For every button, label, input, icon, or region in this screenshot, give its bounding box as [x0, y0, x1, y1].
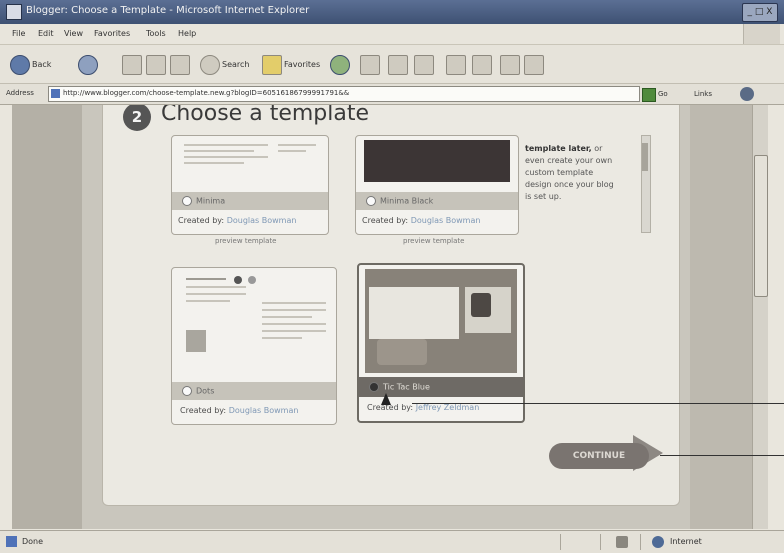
callout-line-template — [412, 403, 784, 404]
template-radio[interactable]: Minima Black — [366, 196, 433, 206]
preview-template-link[interactable]: preview template — [403, 237, 464, 245]
template-card-minima-black[interactable]: Minima Black Created by: Douglas Bowman — [355, 135, 519, 235]
dark-template-thumbnail — [364, 140, 510, 182]
callout-line-continue — [660, 455, 784, 456]
template-credit: Created by: Douglas Bowman — [180, 406, 298, 415]
menu-help[interactable]: Help — [178, 29, 196, 38]
forward-arrow-icon[interactable] — [78, 55, 98, 75]
template-radio-selected[interactable]: Tic Tac Blue — [369, 382, 430, 392]
status-text: Done — [22, 537, 44, 546]
page-status-icon — [6, 536, 17, 547]
address-input[interactable]: http://www.blogger.com/choose-template.n… — [48, 86, 640, 102]
refresh-icon[interactable] — [146, 55, 166, 75]
thumbnail-body-lines — [262, 302, 326, 344]
browser-content: 2 Choose a template Minima Created by: D… — [12, 105, 768, 529]
status-separator — [600, 534, 601, 550]
page-title: Choose a template — [161, 105, 370, 126]
address-bar: Address http://www.blogger.com/choose-te… — [0, 84, 784, 105]
ie-app-icon — [6, 4, 22, 20]
status-bar: Done Internet — [0, 530, 784, 553]
thumbnail-text-lines — [184, 144, 268, 168]
globe-icon — [652, 536, 664, 548]
scrollbar-thumb[interactable] — [754, 155, 768, 297]
title-bar: Blogger: Choose a Template - Microsoft I… — [0, 0, 784, 24]
thumbnail-photo — [377, 339, 427, 365]
template-card-minima[interactable]: Minima Created by: Douglas Bowman — [171, 135, 329, 235]
status-separator — [560, 534, 561, 550]
thumbnail-image — [186, 330, 206, 352]
menu-favorites[interactable]: Favorites — [94, 29, 130, 38]
menu-tools[interactable]: Tools — [146, 29, 166, 38]
back-arrow-icon[interactable] — [10, 55, 30, 75]
home-icon[interactable] — [170, 55, 190, 75]
menu-edit[interactable]: Edit — [38, 29, 54, 38]
window-title: Blogger: Choose a Template - Microsoft I… — [26, 5, 310, 16]
template-credit: Created by: Douglas Bowman — [178, 216, 296, 225]
preview-template-link[interactable]: preview template — [215, 237, 276, 245]
dot-icon — [234, 276, 242, 284]
address-label: Address — [6, 89, 34, 97]
template-author-link[interactable]: Douglas Bowman — [227, 216, 297, 225]
history-icon[interactable] — [330, 55, 350, 75]
stop-icon[interactable] — [122, 55, 142, 75]
page-left-margin — [12, 105, 82, 529]
menu-file[interactable]: File — [12, 29, 25, 38]
template-name-bar: Minima — [172, 192, 328, 210]
template-name: Tic Tac Blue — [383, 382, 430, 392]
research-icon[interactable] — [500, 55, 520, 75]
template-name: Dots — [196, 386, 215, 396]
lock-icon — [616, 536, 628, 548]
mouse-cursor-icon — [381, 393, 391, 405]
favorites-star-icon[interactable] — [262, 55, 282, 75]
template-card-dots[interactable]: Dots Created by: Douglas Bowman — [171, 267, 337, 425]
template-name-bar: Minima Black — [356, 192, 518, 210]
profile-photo — [471, 293, 491, 317]
continue-button[interactable]: CONTINUE — [549, 443, 649, 469]
created-by-label: Created by: — [180, 406, 227, 415]
window-controls[interactable]: _ □ X — [742, 3, 778, 22]
menu-bar: File Edit View Favorites Tools Help — [0, 24, 784, 45]
search-icon[interactable] — [200, 55, 220, 75]
help-text: template later, or even create your own … — [525, 143, 621, 203]
zone-label: Internet — [670, 537, 702, 546]
edit-icon[interactable] — [414, 55, 434, 75]
address-url[interactable]: http://www.blogger.com/choose-template.n… — [63, 89, 349, 97]
template-credit: Created by: Douglas Bowman — [362, 216, 480, 225]
template-name-bar: Dots — [172, 382, 336, 400]
template-radio[interactable]: Minima — [182, 196, 225, 206]
thumbnail-sidebar-lines — [278, 144, 316, 156]
print-icon[interactable] — [388, 55, 408, 75]
help-text-bold: template later, — [525, 144, 592, 153]
browser-extension-icon[interactable] — [740, 87, 754, 101]
go-arrow-icon[interactable] — [642, 88, 656, 102]
created-by-label: Created by: — [178, 216, 225, 225]
template-author-link[interactable]: Jeffrey Zeldman — [416, 403, 480, 412]
template-name: Minima — [196, 196, 226, 206]
search-button-label[interactable]: Search — [222, 60, 249, 69]
thumbnail-content-area — [369, 287, 459, 339]
step-number-badge: 2 — [123, 105, 151, 131]
help-text-scroll-thumb[interactable] — [642, 143, 648, 171]
template-author-link[interactable]: Douglas Bowman — [229, 406, 299, 415]
favorites-button-label[interactable]: Favorites — [284, 60, 320, 69]
template-author-link[interactable]: Douglas Bowman — [411, 216, 481, 225]
dot-icon — [248, 276, 256, 284]
extra-tool-icon[interactable] — [524, 55, 544, 75]
menu-view[interactable]: View — [64, 29, 83, 38]
template-name: Minima Black — [380, 196, 434, 206]
template-card-tic-tac-blue[interactable]: Tic Tac Blue Created by: Jeffrey Zeldman — [357, 263, 525, 423]
go-button-label[interactable]: Go — [658, 90, 668, 98]
mail-icon[interactable] — [360, 55, 380, 75]
discuss-icon[interactable] — [446, 55, 466, 75]
created-by-label: Created by: — [362, 216, 409, 225]
template-panel: 2 Choose a template Minima Created by: D… — [102, 105, 680, 506]
page-icon — [51, 89, 60, 98]
toolbar: Back Search Favorites — [0, 45, 784, 84]
messenger-icon[interactable] — [472, 55, 492, 75]
template-radio[interactable]: Dots — [182, 386, 214, 396]
status-separator — [640, 534, 641, 550]
links-label[interactable]: Links — [694, 90, 712, 98]
windows-logo-icon — [743, 24, 780, 44]
back-button-label[interactable]: Back — [32, 60, 51, 69]
